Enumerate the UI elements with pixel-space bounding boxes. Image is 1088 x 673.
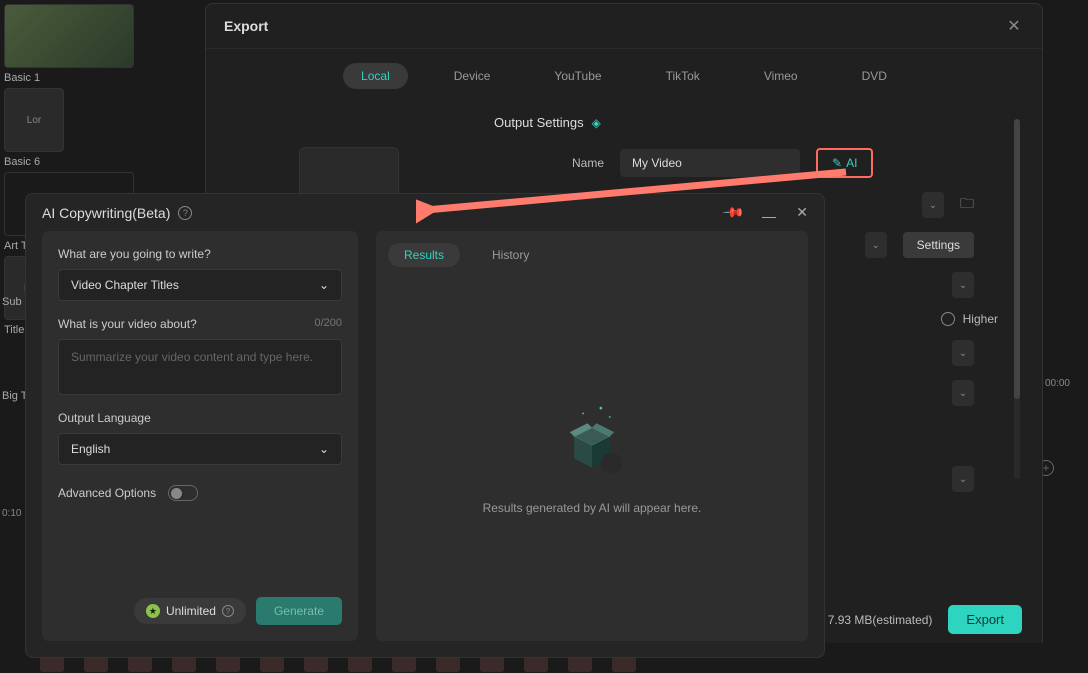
thumb-basic1[interactable]: Basic 1: [4, 4, 134, 84]
chevron-down-icon[interactable]: ⌄: [865, 232, 887, 258]
lang-select[interactable]: English ⌄: [58, 433, 342, 465]
star-icon: ★: [146, 604, 160, 618]
about-label: What is your video about? 0/200: [58, 317, 342, 331]
tab-dvd[interactable]: DVD: [844, 63, 905, 89]
ai-panel-body: What are you going to write? Video Chapt…: [26, 231, 824, 657]
ai-results: Results History Results generated by AI …: [376, 231, 808, 641]
thumb-image: [4, 4, 134, 68]
tab-youtube[interactable]: YouTube: [536, 63, 619, 89]
minimize-icon[interactable]: [762, 216, 776, 218]
tab-local[interactable]: Local: [343, 63, 408, 89]
ai-form: What are you going to write? Video Chapt…: [42, 231, 358, 641]
higher-label: Higher: [963, 312, 998, 326]
radio-icon[interactable]: [941, 312, 955, 326]
ai-copywriting-panel: AI Copywriting(Beta) ? 📌 ✕ What are you …: [25, 193, 825, 658]
bigt-label: Big T: [2, 390, 27, 402]
ai-header-controls: 📌 ✕: [725, 204, 808, 221]
pin-icon[interactable]: 📌: [721, 200, 745, 224]
chevron-down-icon[interactable]: ⌄: [952, 380, 974, 406]
chevron-down-icon[interactable]: ⌄: [922, 192, 944, 218]
tab-vimeo[interactable]: Vimeo: [746, 63, 816, 89]
tab-results[interactable]: Results: [388, 243, 460, 267]
write-prompt-label: What are you going to write?: [58, 247, 342, 261]
export-title: Export: [224, 18, 268, 34]
advanced-toggle[interactable]: [168, 485, 198, 501]
scrollbar[interactable]: [1014, 119, 1020, 479]
sub-label: Sub: [2, 296, 22, 308]
empty-box-icon: [547, 401, 637, 481]
chevron-down-icon[interactable]: ⌄: [952, 272, 974, 298]
tab-history[interactable]: History: [476, 243, 545, 267]
results-tabs: Results History: [388, 243, 796, 267]
tab-tiktok[interactable]: TikTok: [648, 63, 718, 89]
ai-panel-header: AI Copywriting(Beta) ? 📌 ✕: [26, 194, 824, 231]
tab-device[interactable]: Device: [436, 63, 509, 89]
chevron-down-icon[interactable]: ⌄: [952, 466, 974, 492]
name-label: Name: [494, 156, 604, 170]
filesize-label: 7.93 MB(estimated): [828, 613, 933, 627]
folder-icon[interactable]: 🗀: [960, 193, 974, 217]
help-icon[interactable]: ?: [178, 206, 192, 220]
output-settings-header: Output Settings ◈: [494, 115, 1024, 130]
thumb-basic6[interactable]: Lor Basic 6: [4, 88, 64, 168]
timeline-timecode: 00:00: [1045, 378, 1070, 389]
chevron-down-icon: ⌄: [319, 442, 329, 456]
results-empty-state: Results generated by AI will appear here…: [388, 287, 796, 629]
ai-panel-title: AI Copywriting(Beta): [42, 205, 170, 221]
unlimited-pill[interactable]: ★ Unlimited ?: [134, 598, 246, 624]
setting-name-row: Name ✎ AI: [494, 148, 1024, 178]
name-input[interactable]: [620, 149, 800, 177]
thumb-label: Basic 6: [4, 156, 64, 168]
chevron-down-icon[interactable]: ⌄: [952, 340, 974, 366]
scroll-thumb: [1014, 119, 1020, 399]
close-icon[interactable]: ✕: [796, 204, 808, 221]
settings-button[interactable]: Settings: [903, 232, 974, 258]
chevron-down-icon: ⌄: [319, 278, 329, 292]
ai-button[interactable]: ✎ AI: [816, 148, 873, 178]
pen-icon: ✎: [832, 156, 842, 170]
thumb-image: Lor: [4, 88, 64, 152]
write-type-select[interactable]: Video Chapter Titles ⌄: [58, 269, 342, 301]
export-header: Export ✕: [206, 4, 1042, 49]
empty-text: Results generated by AI will appear here…: [483, 501, 702, 515]
generate-button[interactable]: Generate: [256, 597, 342, 625]
char-count: 0/200: [314, 317, 342, 331]
export-button[interactable]: Export: [948, 605, 1022, 634]
about-textarea[interactable]: [58, 339, 342, 395]
help-icon: ?: [222, 605, 234, 617]
advanced-options-row: Advanced Options: [58, 485, 342, 501]
close-icon[interactable]: ✕: [1004, 16, 1024, 36]
cube-icon: ◈: [592, 116, 601, 130]
export-tabs: Local Device YouTube TikTok Vimeo DVD: [206, 49, 1042, 103]
lang-label: Output Language: [58, 411, 342, 425]
thumb-label: Basic 1: [4, 72, 134, 84]
timeline-marker: 0:10: [2, 508, 21, 519]
ai-form-footer: ★ Unlimited ? Generate: [58, 597, 342, 625]
